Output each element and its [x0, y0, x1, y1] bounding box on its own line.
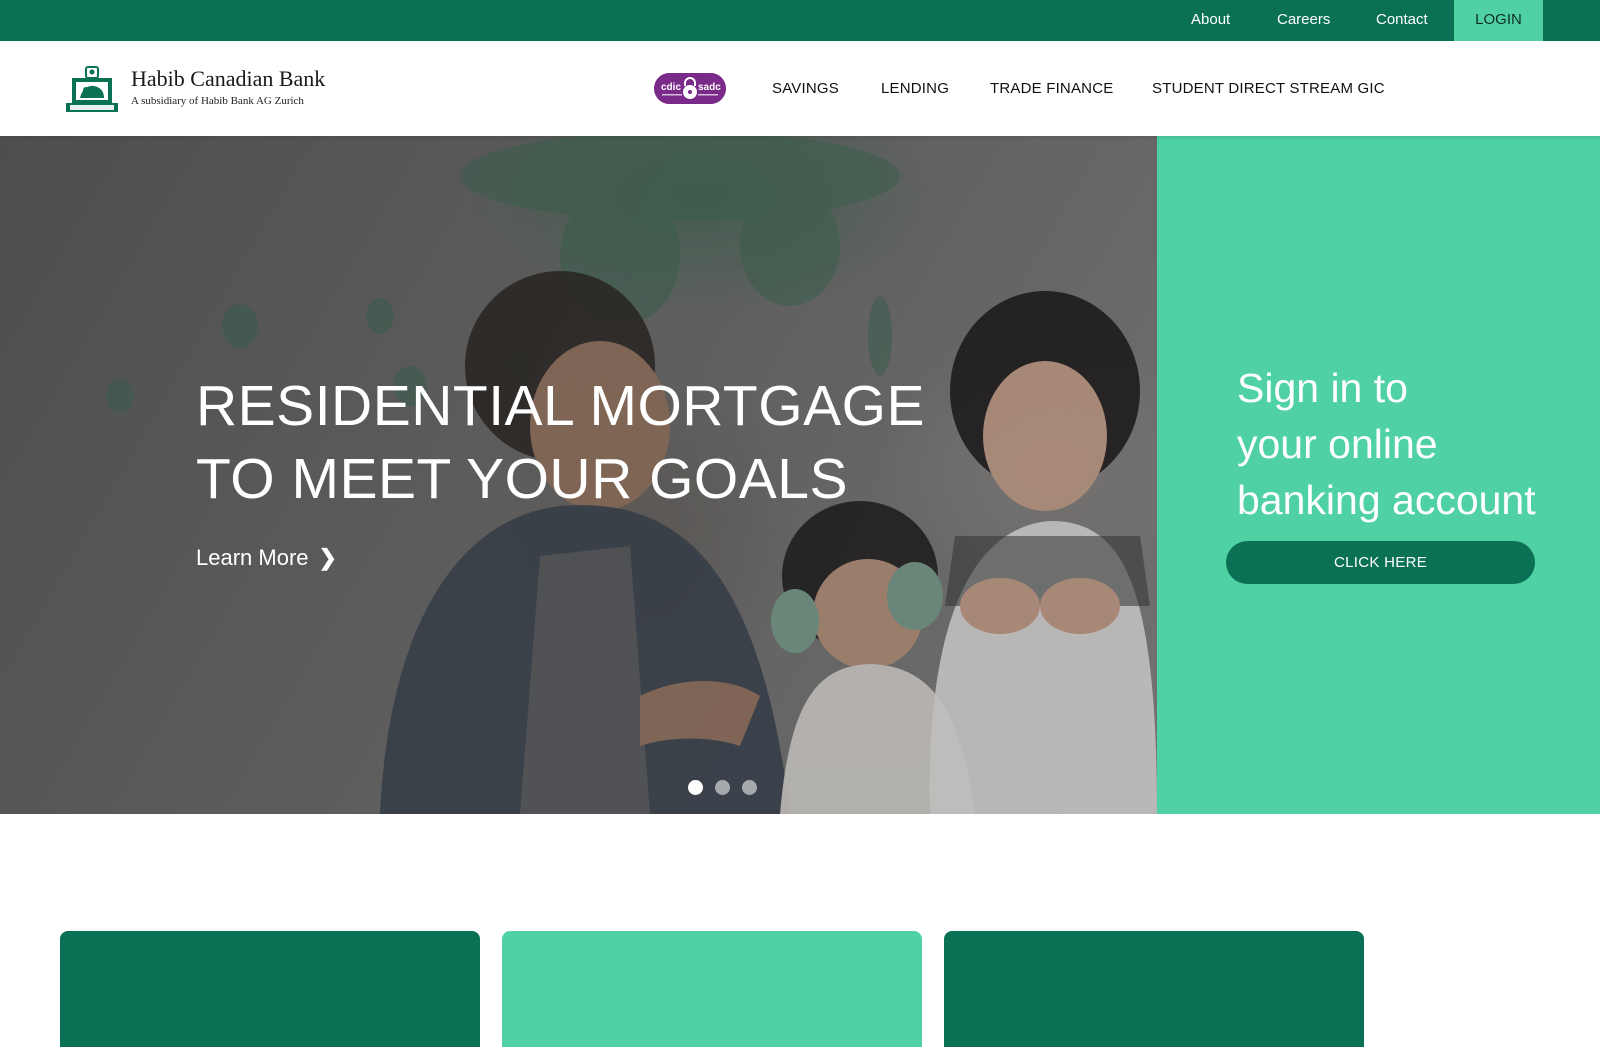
- about-link[interactable]: About: [1191, 0, 1230, 41]
- contact-link[interactable]: Contact: [1376, 0, 1428, 41]
- hero-carousel: RESIDENTIAL MORTGAGE TO MEET YOUR GOALS …: [0, 136, 1157, 814]
- utility-bar: About Careers Contact LOGIN: [0, 0, 1600, 41]
- chevron-right-icon: ❯: [318, 545, 337, 570]
- bank-crest-icon[interactable]: [64, 65, 120, 115]
- signin-panel: Sign in to your online banking account C…: [1157, 136, 1600, 814]
- brand-tagline: A subsidiary of Habib Bank AG Zurich: [131, 95, 304, 107]
- signin-line2: your online: [1237, 421, 1438, 467]
- cdic-label: cdic: [661, 82, 681, 93]
- hero-title: RESIDENTIAL MORTGAGE TO MEET YOUR GOALS: [196, 370, 956, 516]
- feature-card-3[interactable]: [944, 931, 1364, 1047]
- brand-name: Habib Canadian Bank: [131, 66, 326, 91]
- nav-trade-finance[interactable]: TRADE FINANCE: [990, 41, 1113, 136]
- learn-more-label: Learn More: [196, 545, 309, 570]
- signin-line3: banking account: [1237, 477, 1536, 523]
- carousel-dot-1[interactable]: [688, 780, 703, 795]
- login-button[interactable]: LOGIN: [1454, 0, 1543, 41]
- nav-savings[interactable]: SAVINGS: [772, 41, 839, 136]
- nav-lending[interactable]: LENDING: [881, 41, 949, 136]
- carousel-dot-2[interactable]: [715, 780, 730, 795]
- hero-title-line2: TO MEET YOUR GOALS: [196, 447, 849, 511]
- feature-card-1[interactable]: [60, 931, 480, 1047]
- signin-line1: Sign in to: [1237, 365, 1408, 411]
- feature-card-2[interactable]: [502, 931, 922, 1047]
- brand[interactable]: Habib Canadian Bank A subsidiary of Habi…: [131, 66, 325, 107]
- learn-more-link[interactable]: Learn More ❯: [196, 545, 337, 571]
- main-header: Habib Canadian Bank A subsidiary of Habi…: [0, 41, 1600, 136]
- signin-heading: Sign in to your online banking account: [1237, 360, 1567, 528]
- hero-title-line1: RESIDENTIAL MORTGAGE: [196, 374, 925, 438]
- carousel-dot-3[interactable]: [742, 780, 757, 795]
- careers-link[interactable]: Careers: [1277, 0, 1330, 41]
- sadc-label: sadc: [698, 82, 721, 93]
- cdic-badge[interactable]: cdic sadc: [654, 73, 726, 104]
- click-here-button[interactable]: CLICK HERE: [1226, 541, 1535, 584]
- nav-student-direct-stream-gic[interactable]: STUDENT DIRECT STREAM GIC: [1152, 41, 1385, 136]
